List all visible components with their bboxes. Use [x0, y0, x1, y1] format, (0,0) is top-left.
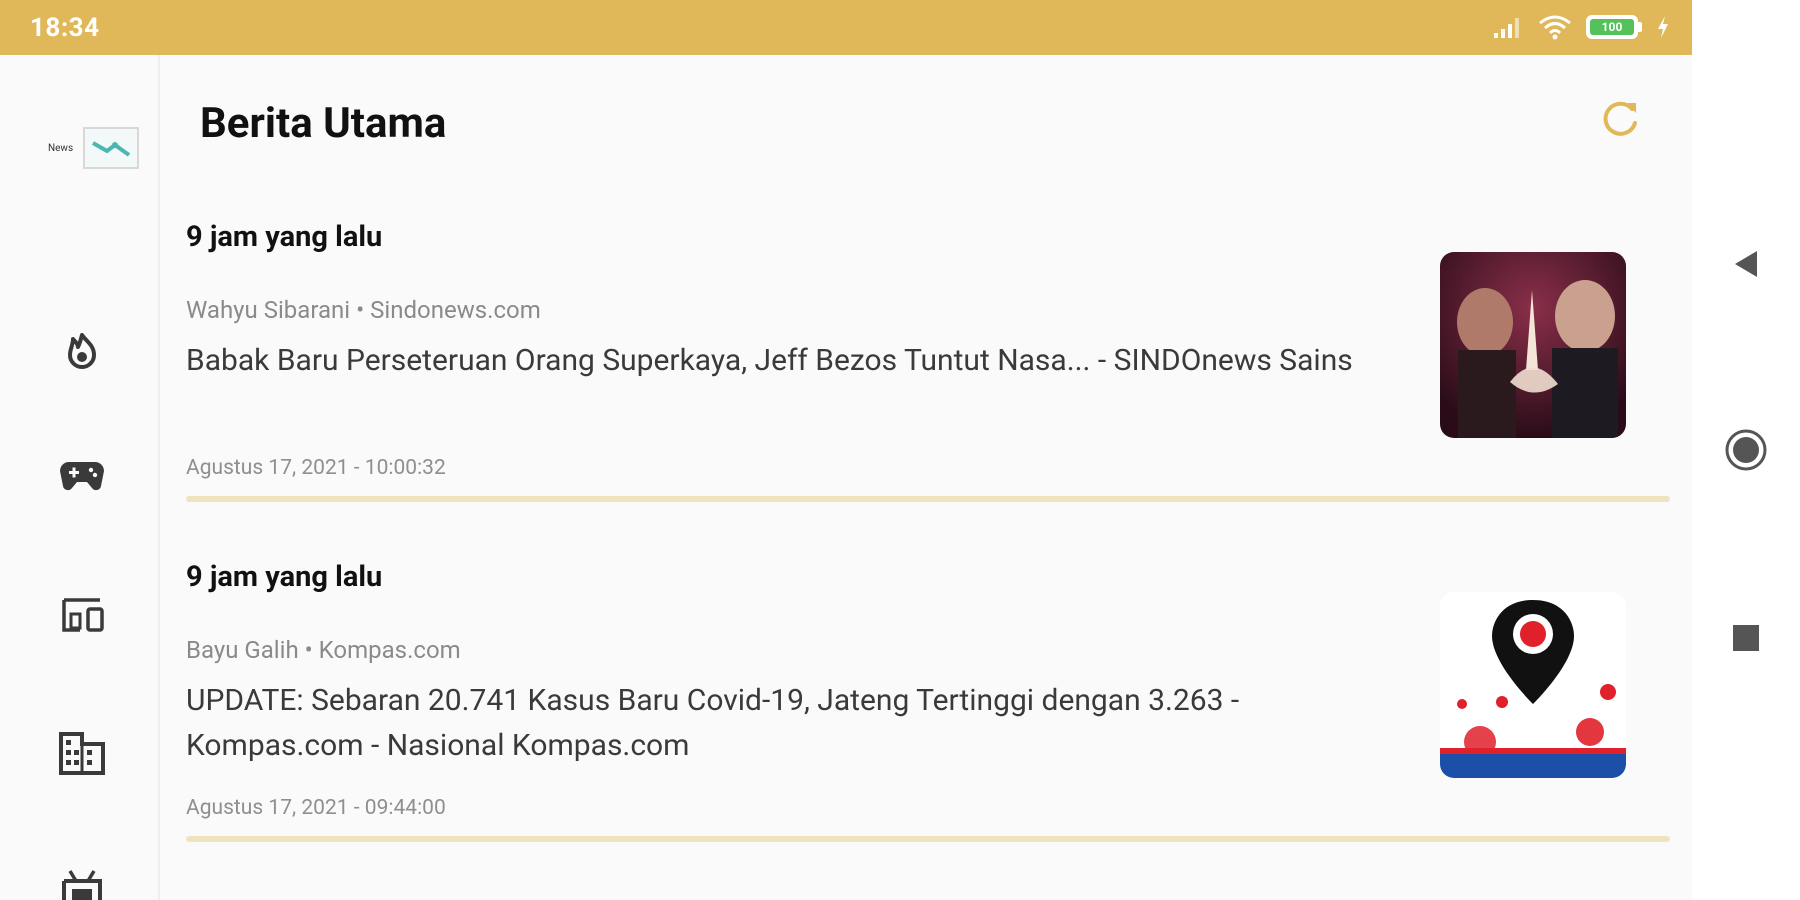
news-card[interactable]: 9 jam yang lalu Bayu Galih • Kompas.com …	[186, 560, 1670, 900]
status-icons: 100	[1492, 14, 1670, 40]
news-feed: Berita Utama 9 jam yang lalu Wahyu Sibar…	[160, 55, 1692, 900]
back-button[interactable]	[1720, 238, 1772, 290]
entertainment-icon[interactable]	[54, 861, 110, 900]
system-navigation-bar	[1692, 0, 1800, 900]
time-ago: 9 jam yang lalu	[186, 560, 383, 594]
devices-icon[interactable]	[54, 587, 110, 643]
article-headline[interactable]: UPDATE: Sebaran 20.741 Kasus Baru Covid-…	[186, 678, 1381, 768]
app-window: News Berita Utama 9 jam yang lalu Wahyu …	[0, 55, 1692, 900]
navigation-rail: News	[0, 55, 160, 900]
card-divider	[186, 496, 1670, 502]
logo-image	[83, 127, 140, 169]
battery-level: 100	[1590, 19, 1634, 35]
logo-text: News	[48, 142, 74, 154]
article-source: Bayu Galih • Kompas.com	[186, 636, 461, 664]
home-button[interactable]	[1720, 424, 1772, 476]
battery-icon: 100	[1586, 15, 1642, 39]
card-divider	[186, 836, 1670, 842]
business-icon[interactable]	[54, 725, 110, 781]
article-date: Agustus 17, 2021 - 09:44:00	[186, 796, 446, 820]
article-source: Wahyu Sibarani • Sindonews.com	[186, 296, 541, 324]
article-thumbnail[interactable]	[1440, 252, 1626, 438]
status-bar: 18:34 100	[0, 0, 1692, 55]
time-ago: 9 jam yang lalu	[186, 220, 383, 254]
article-date: Agustus 17, 2021 - 10:00:32	[186, 456, 446, 480]
refresh-icon[interactable]	[1598, 97, 1642, 141]
trending-icon[interactable]	[54, 323, 110, 379]
wifi-icon	[1539, 15, 1571, 40]
article-headline[interactable]: Babak Baru Perseteruan Orang Superkaya, …	[186, 338, 1381, 383]
signal-icon	[1494, 18, 1519, 38]
app-logo[interactable]: News	[48, 127, 140, 169]
page-title: Berita Utama	[200, 99, 447, 148]
recents-button[interactable]	[1720, 612, 1772, 664]
article-thumbnail[interactable]	[1440, 592, 1626, 778]
status-time: 18:34	[30, 13, 100, 43]
gamepad-icon[interactable]	[54, 447, 110, 503]
charging-icon	[1658, 16, 1668, 38]
news-card[interactable]: 9 jam yang lalu Wahyu Sibarani • Sindone…	[186, 220, 1670, 560]
